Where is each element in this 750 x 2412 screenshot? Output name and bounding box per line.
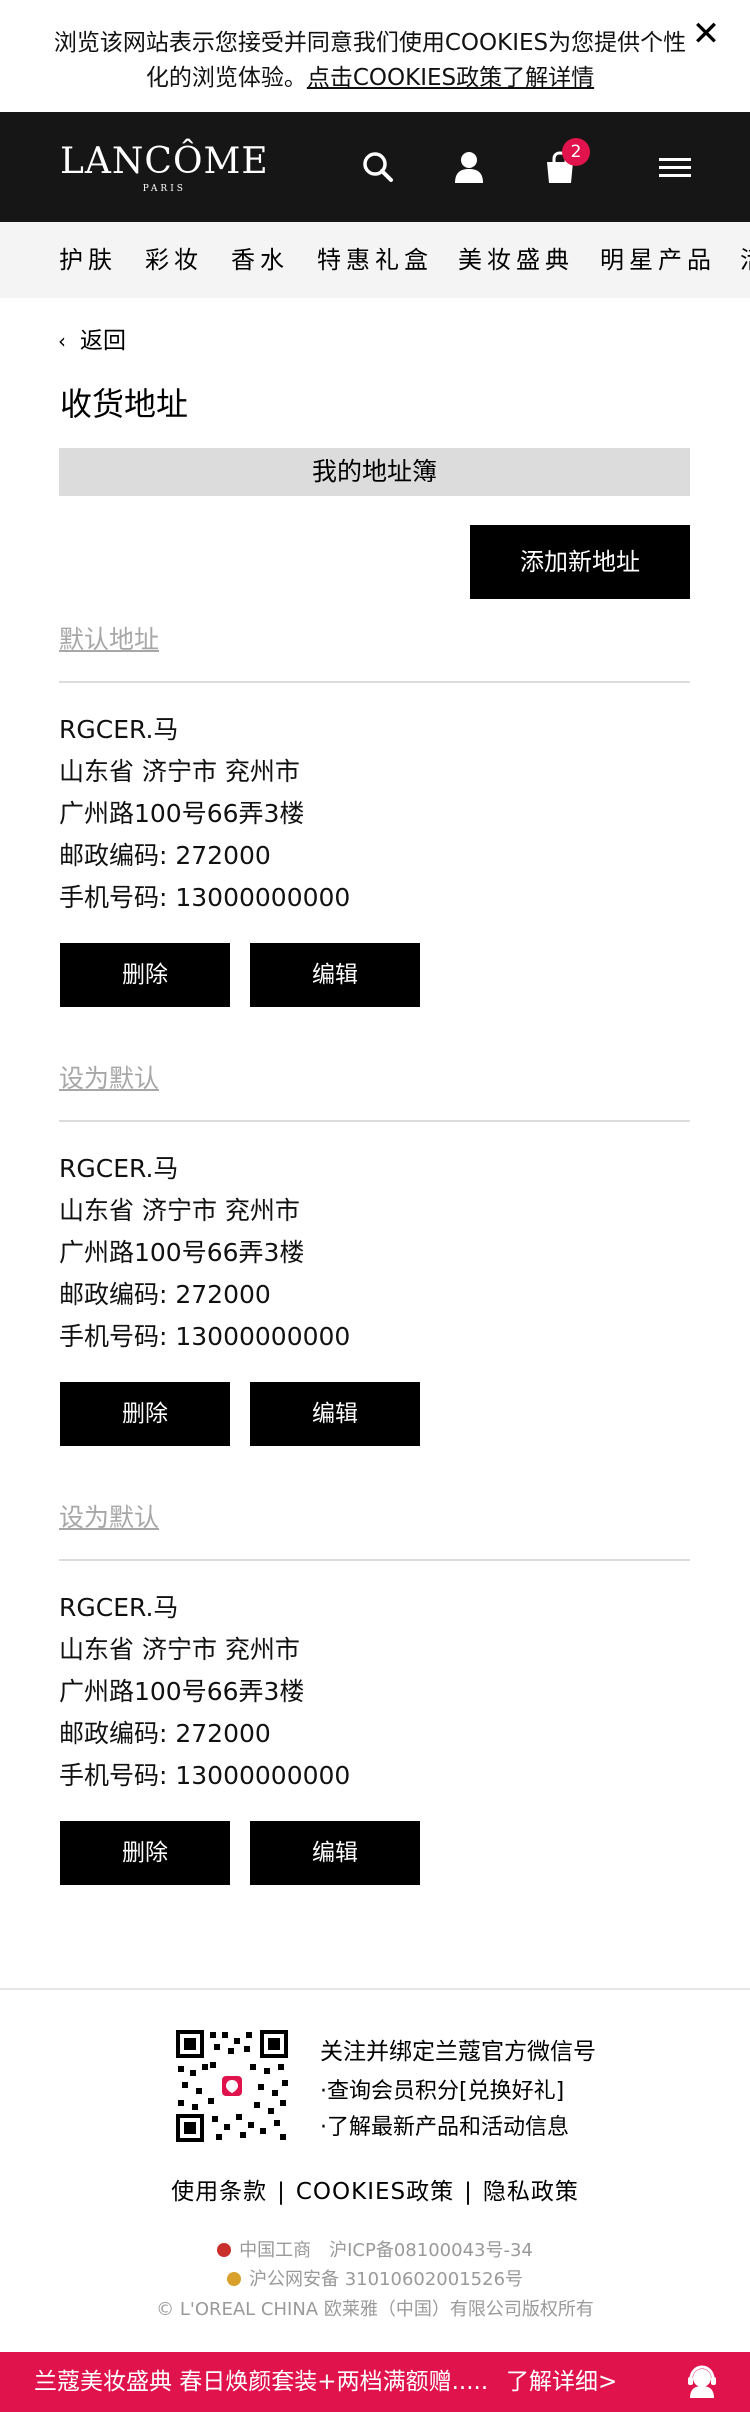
- wechat-qr-code: [174, 2028, 290, 2144]
- footer-links: 使用条款 | COOKIES政策 | 隐私政策: [0, 2176, 750, 2208]
- close-icon[interactable]: ✕: [688, 16, 724, 52]
- address-card: 设为默认 RGCER.马 山东省 济宁市 兖州市 广州路100号66弄3楼 邮政…: [0, 1064, 750, 1464]
- nav-item-star-products[interactable]: 明星产品: [600, 245, 716, 275]
- nav-item-makeup[interactable]: 彩妆: [145, 245, 203, 275]
- business-license-icon: [217, 2243, 232, 2257]
- cookie-policy-link[interactable]: 点击COOKIES政策了解详情: [307, 65, 594, 91]
- promo-banner[interactable]: 兰蔻美妆盛典 春日焕颜套装+两档满额赠..... 了解详细>: [0, 2352, 750, 2412]
- police-badge-icon: [226, 2272, 241, 2286]
- page-title: 收货地址: [60, 385, 189, 423]
- nav-item-beauty-festival[interactable]: 美妆盛典: [458, 245, 574, 275]
- address-details: RGCER.马 山东省 济宁市 兖州市 广州路100号66弄3楼 邮政编码: 2…: [59, 709, 350, 919]
- address-street: 广州路100号66弄3楼: [59, 1238, 305, 1267]
- back-label: 返回: [80, 328, 126, 354]
- divider: [59, 1120, 690, 1122]
- customer-service-icon[interactable]: [684, 2364, 720, 2400]
- set-default-link[interactable]: 设为默认: [59, 1503, 159, 1533]
- chevron-left-icon: ‹: [58, 329, 66, 353]
- address-book-bar: 我的地址簿: [59, 448, 690, 496]
- recipient-name: RGCER.马: [59, 1593, 179, 1622]
- edit-button[interactable]: 编辑: [250, 1821, 420, 1885]
- nav-item-more[interactable]: 活: [740, 245, 750, 275]
- category-nav: 护肤 彩妆 香水 特惠礼盒 美妆盛典 明星产品 活: [0, 222, 750, 298]
- terms-link[interactable]: 使用条款: [171, 2179, 267, 2205]
- icp-text: 中国工商 沪ICP备08100043号-34: [239, 2240, 533, 2261]
- add-address-button[interactable]: 添加新地址: [470, 525, 690, 599]
- logo-text: LANCÔME: [60, 141, 269, 182]
- footer-divider: [0, 1988, 750, 1990]
- address-region: 山东省 济宁市 兖州市: [59, 1196, 300, 1225]
- police-text: 沪公网安备 31010602001526号: [248, 2269, 524, 2290]
- address-phone: 手机号码: 13000000000: [59, 883, 351, 912]
- cookie-message: 浏览该网站表示您接受并同意我们使用COOKIES为您提供个性化的浏览体验。点击C…: [50, 26, 690, 96]
- wechat-follow-title: 关注并绑定兰蔻官方微信号: [320, 2039, 596, 2065]
- back-link[interactable]: ‹ 返回: [58, 326, 126, 356]
- recipient-name: RGCER.马: [59, 1154, 179, 1183]
- icp-record[interactable]: 中国工商 沪ICP备08100043号-34: [0, 2237, 750, 2265]
- site-header: LANCÔME PARIS 2: [0, 112, 750, 222]
- address-street: 广州路100号66弄3楼: [59, 799, 305, 828]
- police-record[interactable]: 沪公网安备 31010602001526号: [0, 2266, 750, 2294]
- privacy-policy-link[interactable]: 隐私政策: [483, 2179, 579, 2205]
- address-street: 广州路100号66弄3楼: [59, 1677, 305, 1706]
- cart-count-badge: 2: [562, 138, 590, 166]
- edit-button[interactable]: 编辑: [250, 943, 420, 1007]
- promo-more-link[interactable]: 了解详细>: [506, 2366, 617, 2398]
- divider: [59, 1559, 690, 1561]
- address-phone: 手机号码: 13000000000: [59, 1761, 351, 1790]
- default-address-label[interactable]: 默认地址: [59, 625, 159, 655]
- address-postcode: 邮政编码: 272000: [59, 1719, 271, 1748]
- account-icon[interactable]: [452, 150, 486, 184]
- address-postcode: 邮政编码: 272000: [59, 841, 271, 870]
- promo-text: 兰蔻美妆盛典 春日焕颜套装+两档满额赠.....: [34, 2369, 489, 2395]
- wechat-benefit-news: ·了解最新产品和活动信息: [320, 2115, 569, 2140]
- copyright: © L'OREAL CHINA 欧莱雅（中国）有限公司版权所有: [156, 2299, 594, 2320]
- cookie-banner: 浏览该网站表示您接受并同意我们使用COOKIES为您提供个性化的浏览体验。点击C…: [0, 0, 750, 112]
- address-phone: 手机号码: 13000000000: [59, 1322, 351, 1351]
- recipient-name: RGCER.马: [59, 715, 179, 744]
- link-separator: |: [277, 2179, 286, 2205]
- address-region: 山东省 济宁市 兖州市: [59, 757, 300, 786]
- address-card: 设为默认 RGCER.马 山东省 济宁市 兖州市 广州路100号66弄3楼 邮政…: [0, 1503, 750, 1903]
- nav-item-skincare[interactable]: 护肤: [59, 245, 117, 275]
- lancome-logo[interactable]: LANCÔME PARIS: [60, 141, 269, 195]
- link-separator: |: [464, 2179, 473, 2205]
- nav-item-fragrance[interactable]: 香水: [231, 245, 289, 275]
- nav-item-gift-sets[interactable]: 特惠礼盒: [317, 245, 433, 275]
- address-postcode: 邮政编码: 272000: [59, 1280, 271, 1309]
- logo-subtext: PARIS: [142, 184, 186, 194]
- address-details: RGCER.马 山东省 济宁市 兖州市 广州路100号66弄3楼 邮政编码: 2…: [59, 1148, 350, 1358]
- cookies-policy-link[interactable]: COOKIES政策: [296, 2179, 454, 2205]
- delete-button[interactable]: 删除: [60, 943, 230, 1007]
- divider: [59, 681, 690, 683]
- wechat-benefit-points: ·查询会员积分[兑换好礼]: [320, 2079, 565, 2104]
- edit-button[interactable]: 编辑: [250, 1382, 420, 1446]
- address-card: 默认地址 RGCER.马 山东省 济宁市 兖州市 广州路100号66弄3楼 邮政…: [0, 625, 750, 1025]
- set-default-link[interactable]: 设为默认: [59, 1064, 159, 1094]
- search-icon[interactable]: [361, 150, 395, 184]
- menu-icon[interactable]: [657, 150, 693, 184]
- address-region: 山东省 济宁市 兖州市: [59, 1635, 300, 1664]
- address-details: RGCER.马 山东省 济宁市 兖州市 广州路100号66弄3楼 邮政编码: 2…: [59, 1587, 350, 1797]
- delete-button[interactable]: 删除: [60, 1382, 230, 1446]
- delete-button[interactable]: 删除: [60, 1821, 230, 1885]
